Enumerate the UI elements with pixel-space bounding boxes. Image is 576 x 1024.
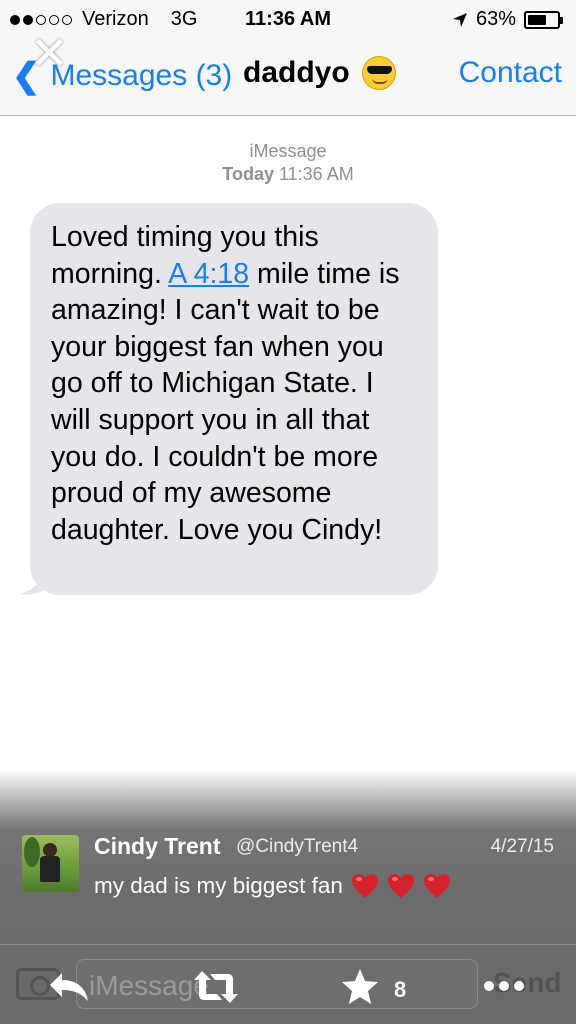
contact-name: daddyo [243,56,350,89]
favorite-star-icon[interactable] [340,967,380,1007]
battery-percent: 63% [475,8,516,30]
avatar[interactable] [22,835,79,892]
received-message-bubble[interactable]: Loved timing you this morning. A 4:18 mi… [30,203,438,595]
status-right: 63% [452,8,563,31]
imessage-input: iMessage [76,959,478,1009]
tweet-author-handle[interactable]: @CindyTrent4 [236,836,358,858]
navigation-bar: ❮ Messages (3) daddyo Contact [0,38,576,116]
reply-icon[interactable] [46,969,92,1005]
conversation-title: daddyo [243,56,396,90]
tweet-card[interactable]: Cindy Trent @CindyTrent4 4/27/15 my dad … [0,820,576,940]
timestamp-day: Today [222,164,274,184]
tweet-date: 4/27/15 [490,836,554,857]
retweet-icon[interactable] [192,969,240,1005]
timestamp-line: Today 11:36 AM [0,163,576,186]
imessage-input-placeholder: iMessage [89,970,209,1001]
close-icon[interactable]: ✕ [30,30,69,76]
heart-emoji-icon [351,874,378,898]
sunglasses-emoji-icon [361,56,396,90]
location-arrow-icon [452,12,467,27]
battery-icon [524,10,563,29]
hearts-group [351,873,451,899]
favorite-count: 8 [394,977,407,1002]
message-timestamp: iMessage Today 11:36 AM [0,140,576,186]
tweet-text: my dad is my biggest fan [94,873,451,899]
more-options-icon[interactable] [484,981,524,991]
heart-emoji-icon [423,874,450,898]
message-text-after-link: mile time is amazing! I can't wait to be… [51,257,400,546]
tweet-author-name[interactable]: Cindy Trent [94,833,221,860]
status-bar: Verizon 3G 11:36 AM 63% [0,0,576,38]
heart-emoji-icon [387,874,414,898]
service-label: iMessage [249,141,327,161]
contact-button[interactable]: Contact [459,56,562,90]
message-link[interactable]: A 4:18 [168,258,249,290]
timestamp-time: 11:36 AM [278,164,354,184]
tweet-text-body: my dad is my biggest fan [94,873,343,898]
tweet-actions-bar: iMessage Send 8 [0,945,576,1024]
back-button-label: Messages (3) [50,59,233,92]
